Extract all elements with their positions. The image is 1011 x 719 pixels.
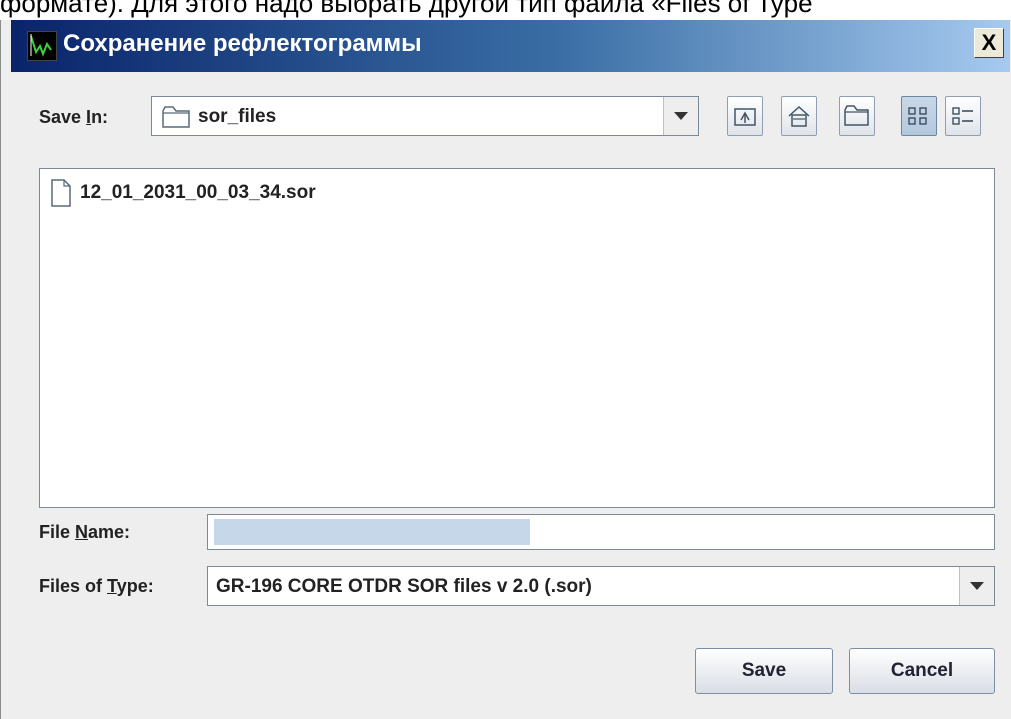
details-view-button[interactable] <box>945 96 981 136</box>
save-in-dropdown-arrow[interactable] <box>663 97 698 135</box>
save-in-label: Save In: <box>39 107 109 127</box>
save-button[interactable]: Save <box>695 648 833 694</box>
file-type-label: Files of Type: <box>39 576 154 596</box>
list-view-button[interactable] <box>901 96 937 136</box>
file-list[interactable]: 12_01_2031_00_03_34.sor <box>39 168 995 508</box>
title-bar[interactable]: Сохранение рефлектограммы X <box>11 20 1010 72</box>
folder-icon <box>162 106 190 133</box>
file-icon <box>51 179 71 207</box>
file-type-dropdown-arrow[interactable] <box>959 567 994 605</box>
chevron-down-icon <box>970 582 984 590</box>
file-type-value: GR-196 CORE OTDR SOR files v 2.0 (.sor) <box>216 576 592 597</box>
list-item[interactable]: 12_01_2031_00_03_34.sor <box>50 179 316 207</box>
up-one-level-button[interactable] <box>727 96 763 136</box>
new-folder-button[interactable] <box>839 96 875 136</box>
save-dialog: Сохранение рефлектограммы X Save In: sor… <box>0 20 1011 719</box>
save-in-combo[interactable]: sor_files <box>151 96 699 136</box>
file-name-label: File Name: <box>39 522 131 542</box>
cancel-button[interactable]: Cancel <box>849 648 995 694</box>
close-button[interactable]: X <box>974 28 1004 58</box>
file-name-input[interactable] <box>208 515 994 549</box>
list-view-icon <box>908 107 927 125</box>
home-button[interactable] <box>781 96 817 136</box>
new-folder-icon <box>844 105 869 126</box>
home-icon <box>788 105 810 127</box>
file-name-text: 12_01_2031_00_03_34.sor <box>80 182 316 203</box>
save-in-value: sor_files <box>198 106 277 127</box>
close-icon: X <box>981 30 997 55</box>
file-name-field[interactable] <box>207 514 995 550</box>
window-title: Сохранение рефлектограммы <box>63 30 422 57</box>
app-icon <box>27 31 57 61</box>
file-type-combo[interactable]: GR-196 CORE OTDR SOR files v 2.0 (.sor) <box>207 566 995 606</box>
chevron-down-icon <box>674 112 688 120</box>
details-view-icon <box>952 107 973 125</box>
folder-up-icon <box>734 108 756 126</box>
